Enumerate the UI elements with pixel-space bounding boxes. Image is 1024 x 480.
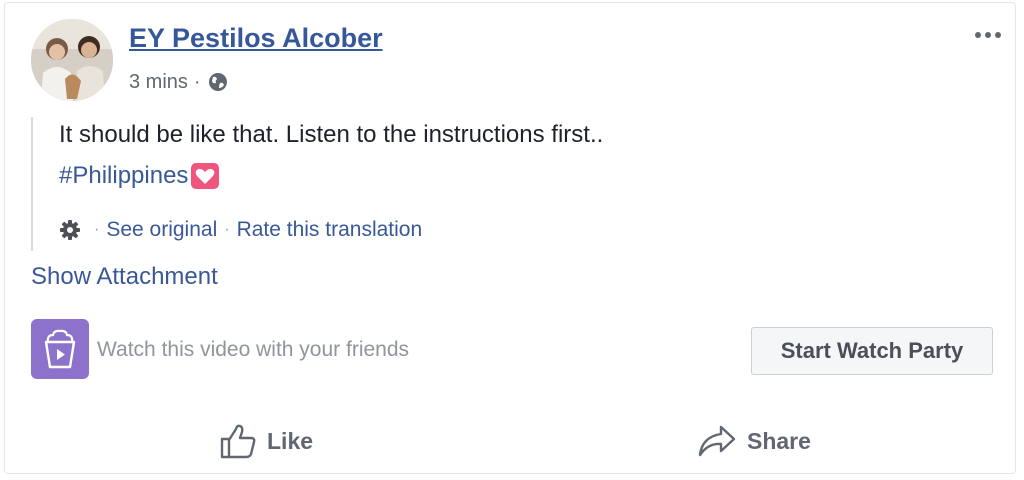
popcorn-icon	[44, 329, 76, 369]
author-name-link[interactable]: EY Pestilos Alcober	[129, 23, 383, 54]
more-dot	[995, 32, 1001, 38]
hashtag-link[interactable]: #Philippines	[59, 162, 188, 190]
author-avatar[interactable]	[31, 19, 113, 101]
post-actions-bar: Like Share	[5, 413, 1017, 469]
share-arrow-icon	[698, 425, 736, 457]
avatar-photo	[31, 19, 113, 101]
post-timestamp[interactable]: 3 mins	[129, 71, 188, 94]
like-label: Like	[267, 427, 314, 454]
watch-party-icon	[31, 319, 89, 379]
translation-separator: ·	[224, 221, 230, 238]
meta-separator: ·	[193, 70, 201, 93]
share-button[interactable]: Share	[697, 413, 811, 469]
rate-translation-link[interactable]: Rate this translation	[237, 218, 423, 242]
like-button[interactable]: Like	[219, 413, 313, 469]
translated-post-block: It should be like that. Listen to the in…	[31, 117, 733, 251]
translation-separator: ·	[94, 221, 100, 238]
hashtag-line: #Philippines	[59, 159, 220, 193]
start-watch-party-button[interactable]: Start Watch Party	[751, 327, 993, 375]
more-dot	[975, 32, 981, 38]
gear-icon[interactable]	[59, 219, 81, 241]
watch-party-row: Watch this video with your friends Start…	[31, 319, 993, 381]
globe-icon[interactable]	[207, 71, 229, 93]
watch-party-prompt: Watch this video with your friends	[97, 338, 410, 361]
see-original-link[interactable]: See original	[106, 218, 217, 242]
post-meta: 3 mins ·	[129, 69, 229, 95]
more-options-icon[interactable]	[971, 25, 1005, 45]
heart-emoji-icon	[191, 163, 220, 189]
show-attachment-link[interactable]: Show Attachment	[31, 263, 218, 291]
share-label: Share	[747, 427, 811, 454]
post-text: It should be like that. Listen to the in…	[59, 121, 604, 148]
translation-controls: · See original · Rate this translation	[59, 215, 422, 245]
more-dot	[985, 32, 991, 38]
post-card: EY Pestilos Alcober 3 mins · It should b…	[4, 2, 1016, 474]
thumbs-up-icon	[220, 424, 256, 459]
